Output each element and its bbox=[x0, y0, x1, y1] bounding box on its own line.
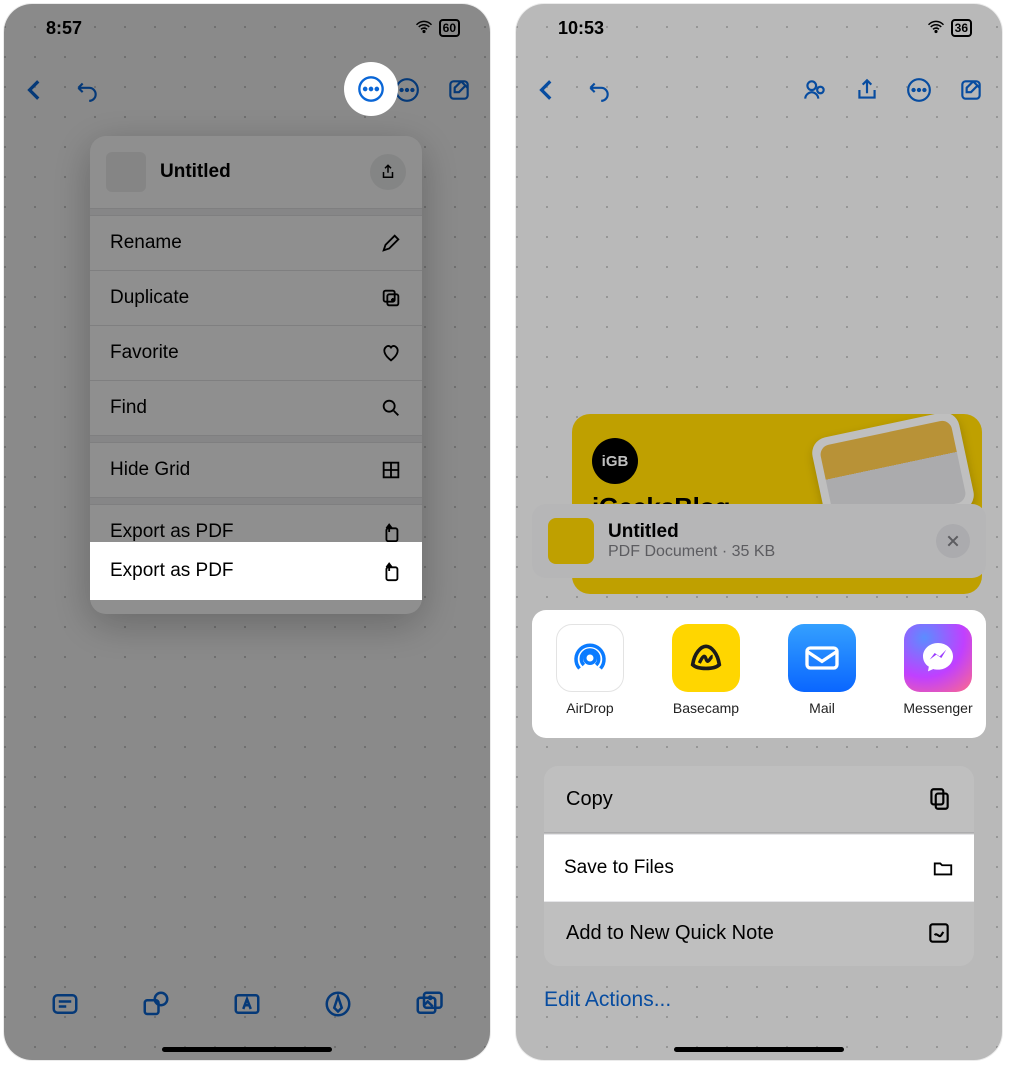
back-button[interactable] bbox=[534, 77, 560, 103]
close-icon[interactable] bbox=[936, 524, 970, 558]
more-button-highlight[interactable] bbox=[344, 62, 398, 116]
wifi-icon bbox=[415, 18, 433, 39]
action-label: Copy bbox=[566, 788, 613, 811]
menu-label: Export as PDF bbox=[110, 521, 234, 543]
basecamp-icon bbox=[672, 624, 740, 692]
export-icon bbox=[380, 560, 402, 582]
wifi-icon bbox=[927, 18, 945, 39]
compose-icon[interactable] bbox=[958, 77, 984, 103]
folder-icon bbox=[932, 857, 954, 879]
bottom-toolbar bbox=[4, 976, 490, 1032]
nav-bar bbox=[516, 62, 1002, 118]
action-label: Save to Files bbox=[564, 857, 674, 879]
menu-rename[interactable]: Rename bbox=[90, 216, 422, 270]
messenger-icon bbox=[904, 624, 972, 692]
doc-title: Untitled bbox=[160, 161, 356, 183]
home-indicator bbox=[162, 1047, 332, 1052]
copy-icon bbox=[926, 786, 952, 812]
share-subtitle: PDF Document · 35 KB bbox=[608, 543, 922, 561]
share-app-airdrop[interactable]: AirDrop bbox=[532, 624, 648, 716]
collaborate-icon[interactable] bbox=[802, 77, 828, 103]
airdrop-icon bbox=[556, 624, 624, 692]
menu-label: Rename bbox=[110, 232, 182, 254]
action-save-to-files-highlight[interactable]: Save to Files bbox=[544, 834, 974, 902]
undo-icon[interactable] bbox=[74, 77, 100, 103]
battery-indicator: 36 bbox=[951, 19, 972, 37]
phone-right: 10:53 36 iGB iGeeksBlog bbox=[516, 4, 1002, 1060]
app-label: Mail bbox=[809, 700, 835, 716]
text-tool-icon[interactable] bbox=[232, 989, 262, 1019]
note-tool-icon[interactable] bbox=[50, 989, 80, 1019]
status-time: 10:53 bbox=[558, 18, 604, 39]
status-time: 8:57 bbox=[46, 18, 82, 39]
app-label: Basecamp bbox=[673, 700, 739, 716]
share-thumbnail bbox=[548, 518, 594, 564]
battery-indicator: 60 bbox=[439, 19, 460, 37]
action-copy[interactable]: Copy bbox=[544, 766, 974, 832]
grid-icon bbox=[380, 459, 402, 481]
action-quick-note[interactable]: Add to New Quick Note bbox=[544, 899, 974, 966]
edit-actions-link[interactable]: Edit Actions... bbox=[544, 988, 671, 1012]
status-bar: 8:57 60 bbox=[4, 4, 490, 52]
phone-left: 8:57 60 Untitled bbox=[4, 4, 490, 1060]
doc-thumbnail bbox=[106, 152, 146, 192]
share-sheet-header: Untitled PDF Document · 35 KB bbox=[532, 504, 986, 578]
menu-label: Duplicate bbox=[110, 287, 189, 309]
menu-find[interactable]: Find bbox=[90, 381, 422, 435]
more-icon[interactable] bbox=[906, 77, 932, 103]
menu-export-pdf-highlight[interactable]: Export as PDF bbox=[90, 542, 422, 600]
home-indicator bbox=[674, 1047, 844, 1052]
share-app-basecamp[interactable]: Basecamp bbox=[648, 624, 764, 716]
app-label: Messenger bbox=[903, 700, 972, 716]
status-bar: 10:53 36 bbox=[516, 4, 1002, 52]
share-title: Untitled bbox=[608, 521, 922, 543]
undo-icon[interactable] bbox=[586, 77, 612, 103]
menu-label: Find bbox=[110, 397, 147, 419]
back-button[interactable] bbox=[22, 77, 48, 103]
quick-note-icon bbox=[926, 920, 952, 946]
menu-label: Favorite bbox=[110, 342, 179, 364]
media-tool-icon[interactable] bbox=[414, 989, 444, 1019]
shapes-tool-icon[interactable] bbox=[141, 989, 171, 1019]
menu-hide-grid[interactable]: Hide Grid bbox=[90, 443, 422, 497]
app-label: AirDrop bbox=[566, 700, 613, 716]
menu-label: Export as PDF bbox=[110, 560, 234, 582]
heart-icon bbox=[380, 342, 402, 364]
pencil-icon bbox=[380, 232, 402, 254]
mail-icon bbox=[788, 624, 856, 692]
action-label: Add to New Quick Note bbox=[566, 922, 774, 945]
share-icon[interactable] bbox=[854, 77, 880, 103]
pen-tool-icon[interactable] bbox=[323, 989, 353, 1019]
search-icon bbox=[380, 397, 402, 419]
share-app-mail[interactable]: Mail bbox=[764, 624, 880, 716]
share-app-messenger[interactable]: Messenger bbox=[880, 624, 986, 716]
compose-icon[interactable] bbox=[446, 77, 472, 103]
export-icon bbox=[380, 521, 402, 543]
share-apps-row: AirDrop Basecamp Mail Messenger bbox=[532, 610, 986, 738]
share-document-button[interactable] bbox=[370, 154, 406, 190]
nav-bar bbox=[4, 62, 490, 118]
igb-badge: iGB bbox=[592, 438, 638, 484]
duplicate-icon bbox=[380, 287, 402, 309]
menu-duplicate[interactable]: Duplicate bbox=[90, 271, 422, 325]
menu-label: Hide Grid bbox=[110, 459, 190, 481]
menu-favorite[interactable]: Favorite bbox=[90, 326, 422, 380]
